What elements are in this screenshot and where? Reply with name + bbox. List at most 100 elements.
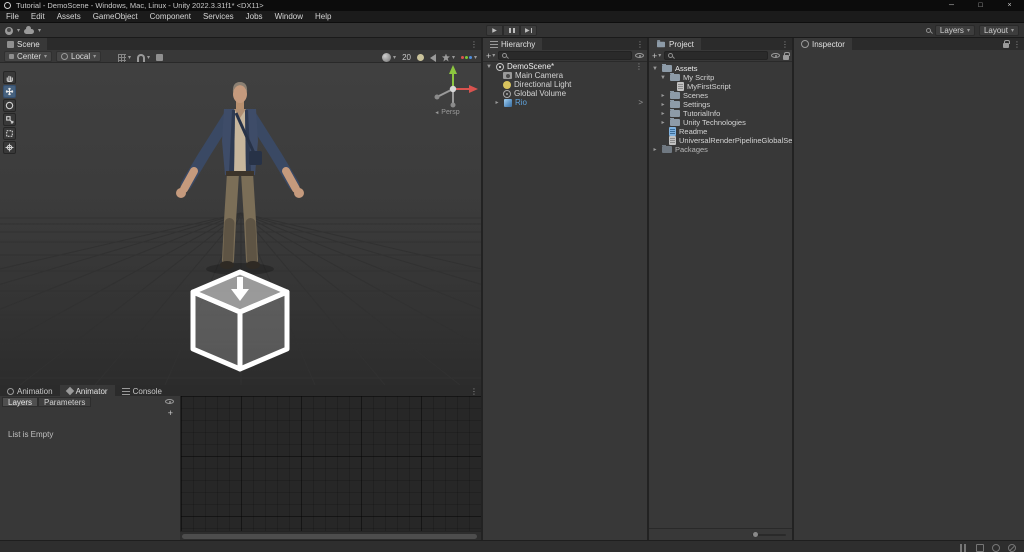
- layout-dropdown[interactable]: Layout ▾: [978, 25, 1019, 36]
- account-dropdown-icon[interactable]: ▾: [17, 27, 20, 34]
- hierarchy-row-rio[interactable]: ▸ Rio >: [483, 98, 647, 107]
- grid-visibility-icon[interactable]: ▾: [118, 53, 131, 62]
- project-row-tutorialinfo[interactable]: ▸ TutorialInfo: [649, 109, 792, 118]
- scene-panel-menu-icon[interactable]: ⋮: [470, 38, 478, 50]
- menu-window[interactable]: Window: [269, 11, 309, 23]
- foldout-closed-icon[interactable]: ▸: [659, 101, 667, 108]
- orientation-gizmo[interactable]: [434, 65, 479, 108]
- hidden-packages-icon[interactable]: [771, 53, 780, 58]
- menu-jobs[interactable]: Jobs: [240, 11, 269, 23]
- foldout-closed-icon[interactable]: ▸: [651, 146, 659, 153]
- animator-horizontal-scrollbar[interactable]: [180, 531, 481, 540]
- transform-tool-button[interactable]: [3, 141, 16, 154]
- minimize-button[interactable]: ─: [937, 0, 966, 11]
- pause-button[interactable]: [503, 25, 520, 36]
- asset-zoom-slider[interactable]: [752, 532, 786, 537]
- parameters-tab-button[interactable]: Parameters: [38, 397, 92, 407]
- scene-options-icon[interactable]: ⋮: [635, 62, 643, 71]
- hierarchy-search-input[interactable]: [498, 51, 632, 60]
- hierarchy-row-directional-light[interactable]: Directional Light: [483, 80, 647, 89]
- tool-settings-icon[interactable]: [156, 54, 164, 61]
- hierarchy-row-main-camera[interactable]: Main Camera: [483, 71, 647, 80]
- play-button[interactable]: ▶: [486, 25, 503, 36]
- menu-gameobject[interactable]: GameObject: [87, 11, 144, 23]
- tab-project[interactable]: Project: [649, 38, 701, 50]
- hierarchy-row-scene[interactable]: ▼ DemoScene* ⋮: [483, 62, 647, 71]
- prefab-open-arrow-icon[interactable]: >: [638, 98, 643, 107]
- snap-magnet-icon[interactable]: ▾: [137, 53, 150, 62]
- foldout-open-icon[interactable]: ▼: [485, 64, 493, 70]
- cloud-services-icon[interactable]: [24, 26, 35, 34]
- cloud-dropdown-icon[interactable]: ▾: [38, 27, 41, 34]
- tab-scene[interactable]: Scene: [0, 38, 47, 50]
- foldout-closed-icon[interactable]: ▸: [659, 110, 667, 117]
- project-create-button[interactable]: + ▾: [652, 51, 661, 61]
- scrollbar-thumb[interactable]: [182, 533, 477, 539]
- axis-x-cone[interactable]: [469, 85, 478, 93]
- project-row-assets[interactable]: ▼ Assets: [649, 64, 792, 73]
- scene-visibility-icon[interactable]: [635, 53, 644, 58]
- pivot-mode-dropdown[interactable]: Center ▾: [4, 51, 53, 62]
- project-panel-menu-icon[interactable]: ⋮: [781, 38, 789, 50]
- hierarchy-row-global-volume[interactable]: Global Volume: [483, 89, 647, 98]
- scene-viewport[interactable]: ◄ Persp: [0, 63, 481, 385]
- foldout-closed-icon[interactable]: ▸: [493, 99, 501, 106]
- foldout-closed-icon[interactable]: ▸: [659, 119, 667, 126]
- animator-graph-area[interactable]: [180, 396, 481, 531]
- menu-services[interactable]: Services: [197, 11, 240, 23]
- scale-tool-button[interactable]: [3, 113, 16, 126]
- project-row-myfirstscript[interactable]: MyFirstScript: [649, 82, 792, 91]
- status-bar-icon[interactable]: [976, 543, 984, 552]
- rotate-tool-button[interactable]: [3, 99, 16, 112]
- menu-component[interactable]: Component: [144, 11, 197, 23]
- rect-tool-button[interactable]: [3, 127, 16, 140]
- menu-help[interactable]: Help: [309, 11, 337, 23]
- slider-thumb[interactable]: [753, 532, 758, 537]
- project-search-input[interactable]: [664, 51, 768, 60]
- status-bar-icon[interactable]: [1008, 543, 1016, 552]
- layer-visibility-eye-icon[interactable]: [165, 399, 174, 404]
- gizmos-dropdown[interactable]: ▾: [460, 54, 477, 61]
- menu-assets[interactable]: Assets: [51, 11, 87, 23]
- menu-file[interactable]: File: [0, 11, 25, 23]
- hierarchy-panel-menu-icon[interactable]: ⋮: [636, 38, 644, 50]
- projection-label[interactable]: ◄ Persp: [417, 109, 477, 116]
- step-button[interactable]: ▶: [520, 25, 537, 36]
- menu-edit[interactable]: Edit: [25, 11, 51, 23]
- layers-tab-button[interactable]: Layers: [2, 397, 39, 407]
- foldout-closed-icon[interactable]: ▸: [659, 92, 667, 99]
- close-button[interactable]: ×: [995, 0, 1024, 11]
- cube-gizmo[interactable]: [190, 269, 290, 372]
- add-layer-button[interactable]: +: [168, 408, 173, 418]
- hierarchy-create-button[interactable]: + ▾: [486, 51, 495, 61]
- project-row-readme[interactable]: Readme: [649, 127, 792, 136]
- layers-dropdown[interactable]: Layers ▾: [934, 25, 975, 36]
- foldout-open-icon[interactable]: ▼: [651, 66, 659, 72]
- project-row-unity-technologies[interactable]: ▸ Unity Technologies: [649, 118, 792, 127]
- tab-hierarchy[interactable]: Hierarchy: [483, 38, 543, 50]
- project-row-my-scritp[interactable]: ▼ My Scritp: [649, 73, 792, 82]
- tab-inspector[interactable]: Inspector: [794, 38, 852, 50]
- effects-dropdown[interactable]: ▾: [441, 53, 455, 62]
- foldout-open-icon[interactable]: ▼: [659, 75, 667, 81]
- project-row-settings[interactable]: ▸ Settings: [649, 100, 792, 109]
- account-icon[interactable]: [5, 26, 13, 35]
- project-row-scenes[interactable]: ▸ Scenes: [649, 91, 792, 100]
- search-icon[interactable]: [925, 28, 931, 33]
- character-model[interactable]: [176, 82, 304, 275]
- axis-y-cone[interactable]: [449, 65, 457, 74]
- status-bar-icon[interactable]: [960, 543, 968, 552]
- inspector-panel-menu-icon[interactable]: ⋮: [1013, 40, 1021, 49]
- project-row-packages[interactable]: ▸ Packages: [649, 145, 792, 154]
- scene-lighting-icon[interactable]: [416, 54, 424, 61]
- maximize-button[interactable]: □: [966, 0, 995, 11]
- move-tool-button[interactable]: [3, 85, 16, 98]
- project-row-urp-global-settings[interactable]: UniversalRenderPipelineGlobalSettings: [649, 136, 792, 145]
- status-bar-icon[interactable]: [992, 543, 1000, 552]
- inspector-lock-icon[interactable]: [1003, 40, 1010, 48]
- lock-icon[interactable]: [783, 51, 790, 60]
- scene-audio-icon[interactable]: [429, 53, 436, 62]
- view-tool-button[interactable]: [3, 71, 16, 84]
- draw-mode-dropdown[interactable]: ▾: [382, 53, 396, 62]
- handle-rotation-dropdown[interactable]: Local ▾: [56, 51, 102, 62]
